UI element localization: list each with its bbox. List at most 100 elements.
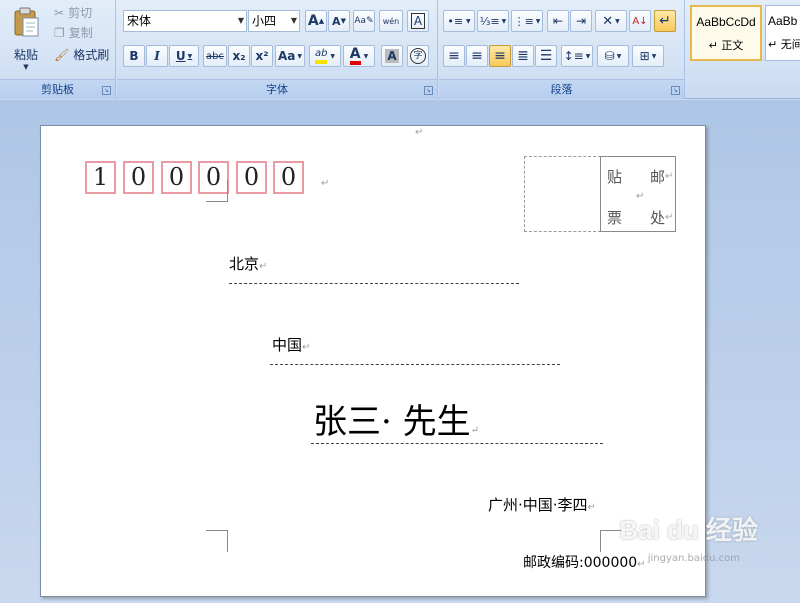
align-center-icon: ≡: [471, 48, 483, 64]
subscript-button[interactable]: x₂: [228, 45, 250, 67]
cut-button[interactable]: ✂ 剪切: [54, 4, 92, 21]
grow-font-button[interactable]: A ▲: [305, 10, 327, 32]
align-right-button[interactable]: ≡: [489, 45, 511, 67]
format-painter-button[interactable]: 🖌 格式刷: [54, 46, 109, 63]
bullets-button[interactable]: •≡ ▼: [443, 10, 475, 32]
styles-group: AaBbCcDd ↵ 正文 AaBb ↵ 无间: [686, 0, 800, 99]
paragraph-mark: ↵: [637, 559, 646, 570]
clipboard-group-label: 剪贴板: [0, 79, 115, 99]
strikethrough-button[interactable]: abc: [203, 45, 227, 67]
copy-label: 复制: [68, 26, 93, 40]
clear-format-button[interactable]: Aa✎: [353, 10, 375, 32]
decrease-indent-button[interactable]: ⇤: [547, 10, 569, 32]
enclose-char-icon: 字: [410, 48, 426, 64]
chevron-down-icon[interactable]: ▼: [617, 53, 622, 60]
style-no-spacing-sample: AaBb: [768, 14, 798, 28]
chinese-layout-icon: ✕: [602, 13, 614, 29]
distribute-icon: ☰: [539, 48, 553, 64]
chevron-down-icon[interactable]: ▼: [291, 11, 297, 31]
multilevel-list-button[interactable]: ⋮≡ ▼: [511, 10, 543, 32]
font-name-combo[interactable]: 宋体 ▼: [123, 10, 247, 32]
borders-button[interactable]: ⊞ ▼: [632, 45, 664, 67]
numbering-button[interactable]: ⅓≡ ▼: [477, 10, 509, 32]
char-border-button[interactable]: A: [407, 10, 429, 32]
show-marks-button[interactable]: ↵: [654, 10, 676, 32]
chevron-down-icon[interactable]: ▼: [297, 53, 302, 60]
phonetic-guide-button[interactable]: wén: [379, 10, 403, 32]
strikethrough-icon: abc: [206, 50, 224, 62]
multilevel-list-icon: ⋮≡: [513, 14, 534, 28]
chevron-down-icon[interactable]: ▼: [502, 18, 507, 25]
chevron-down-icon[interactable]: ▼: [652, 53, 657, 60]
style-normal[interactable]: AaBbCcDd ↵ 正文: [690, 5, 762, 61]
decrease-indent-icon: ⇤: [552, 14, 564, 28]
sender-address: 广州·中国·李四↵: [488, 494, 596, 515]
shading-button[interactable]: ⛁ ▼: [597, 45, 629, 67]
chevron-down-icon[interactable]: ▼: [330, 53, 335, 60]
change-case-button[interactable]: Aa ▼: [275, 45, 305, 67]
recipient-city: 北京↵: [229, 253, 267, 274]
document-page[interactable]: ↵ 1 0 0 0 0 0 ↵ 贴 邮 ↵ ↵ 票 处 ↵ 北京↵ 中国↵ 张三…: [40, 125, 706, 597]
chevron-down-icon: ▼: [23, 62, 29, 71]
char-border-icon: A: [410, 13, 426, 29]
sender-address-text: 广州·中国·李四: [488, 496, 588, 514]
sort-button[interactable]: A↓: [629, 10, 651, 32]
recipient-country: 中国↵: [272, 334, 310, 355]
increase-indent-button[interactable]: ⇥: [570, 10, 592, 32]
chevron-down-icon[interactable]: ▼: [466, 18, 471, 25]
chevron-down-icon[interactable]: ▼: [536, 18, 541, 25]
bold-button[interactable]: B: [123, 45, 145, 67]
chevron-down-icon[interactable]: ▼: [238, 11, 244, 31]
style-normal-name: ↵ 正文: [708, 39, 744, 52]
chevron-down-icon[interactable]: ▼: [586, 53, 591, 60]
paste-button[interactable]: 粘贴 ▼: [6, 2, 46, 74]
paragraph-mark: ↵: [259, 261, 268, 272]
phonetic-guide-icon: wén: [382, 16, 400, 26]
chevron-down-icon[interactable]: ▼: [615, 18, 620, 25]
font-color-button[interactable]: A ▼: [343, 45, 375, 67]
paste-icon: [14, 7, 39, 36]
superscript-button[interactable]: x²: [251, 45, 273, 67]
name-line: [311, 443, 603, 444]
char-shading-button[interactable]: A: [381, 45, 403, 67]
style-normal-sample: AaBbCcDd: [696, 15, 756, 29]
clipboard-group: 粘贴 ▼ ✂ 剪切 ❐ 复制 🖌 格式刷 剪贴板 ↘: [0, 0, 116, 99]
underline-button[interactable]: U ▼: [169, 45, 199, 67]
numbering-icon: ⅓≡: [479, 14, 500, 28]
paragraph-mark: ↵: [587, 502, 596, 513]
italic-button[interactable]: I: [146, 45, 168, 67]
pilcrow-icon: ↵: [659, 13, 671, 29]
align-left-button[interactable]: ≡: [443, 45, 465, 67]
highlight-button[interactable]: ab ▼: [309, 45, 341, 67]
bullets-icon: •≡: [447, 14, 464, 28]
subscript-icon: x₂: [232, 49, 246, 63]
stamp-char: 处: [650, 209, 666, 227]
copy-button[interactable]: ❐ 复制: [54, 24, 93, 41]
enclose-char-button[interactable]: 字: [407, 45, 429, 67]
watermark-logo: Bai du 经验: [619, 515, 758, 545]
paint-bucket-icon: ⛁: [604, 49, 615, 63]
shrink-font-button[interactable]: A ▼: [328, 10, 350, 32]
chinese-layout-button[interactable]: ✕ ▼: [595, 10, 627, 32]
style-no-spacing[interactable]: AaBb ↵ 无间: [765, 5, 800, 61]
align-right-icon: ≡: [494, 48, 506, 64]
dialog-launcher-icon[interactable]: ↘: [102, 86, 111, 95]
align-left-icon: ≡: [448, 48, 460, 64]
font-name-value: 宋体: [127, 14, 152, 28]
zip-digit-box: 0: [161, 161, 192, 194]
brush-icon: 🖌: [54, 47, 70, 62]
justify-button[interactable]: ≣: [512, 45, 534, 67]
dialog-launcher-icon[interactable]: ↘: [671, 86, 680, 95]
paragraph-mark: ↵: [665, 171, 674, 182]
chevron-down-icon[interactable]: ▼: [188, 53, 193, 60]
font-size-combo[interactable]: 小四 ▼: [248, 10, 300, 32]
line-spacing-button[interactable]: ↕≡ ▼: [561, 45, 593, 67]
borders-icon: ⊞: [639, 49, 650, 63]
bold-icon: B: [129, 49, 139, 63]
align-center-button[interactable]: ≡: [466, 45, 488, 67]
distribute-button[interactable]: ☰: [535, 45, 557, 67]
dialog-launcher-icon[interactable]: ↘: [424, 86, 433, 95]
format-painter-label: 格式刷: [73, 48, 110, 62]
chevron-down-icon[interactable]: ▼: [364, 53, 369, 60]
eraser-icon: Aa✎: [354, 16, 374, 26]
